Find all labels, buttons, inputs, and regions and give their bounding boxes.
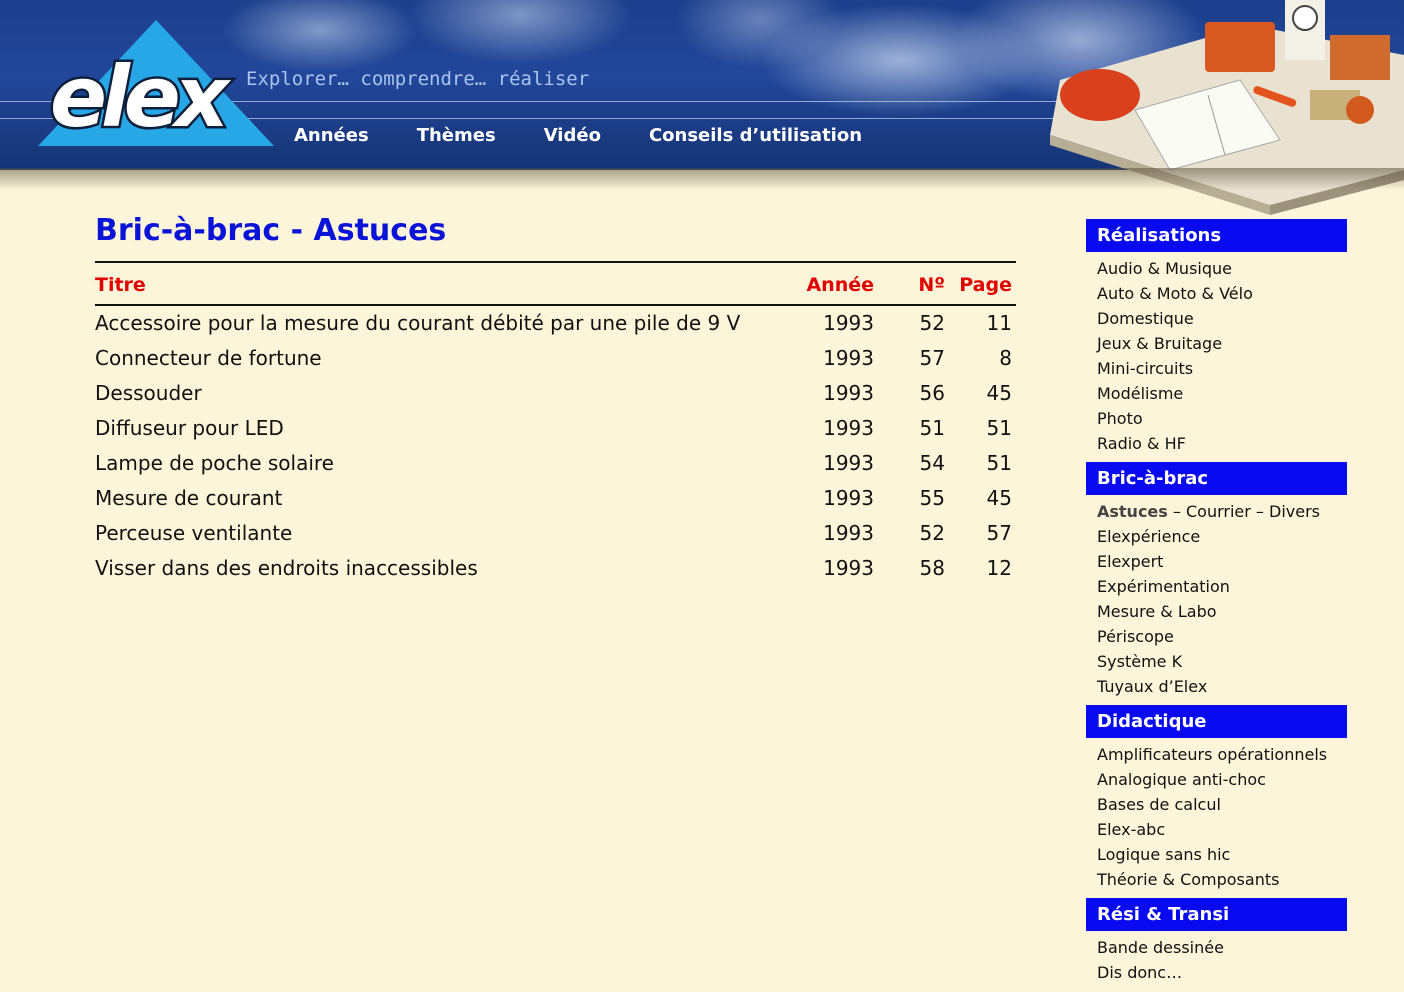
section-realisations[interactable]: Réalisations [1086, 219, 1347, 252]
row-page: 45 [986, 381, 1012, 405]
sidebar-item-audio[interactable]: Audio & Musique [1086, 256, 1347, 281]
table-row[interactable]: Visser dans des endroits inaccessibles 19… [95, 551, 1016, 586]
row-title[interactable]: Accessoire pour la mesure du courant déb… [95, 311, 740, 335]
row-title[interactable]: Mesure de courant [95, 486, 282, 510]
tagline: Explorer… comprendre… réaliser [246, 68, 590, 90]
row-number: 52 [919, 521, 945, 545]
row-page: 8 [999, 346, 1012, 370]
table-header: Titre Année Nº Page [95, 261, 1016, 306]
section-bric-a-brac[interactable]: Bric-à-brac [1086, 462, 1347, 495]
sidebar-item-analogique[interactable]: Analogique anti-choc [1086, 767, 1347, 792]
sidebar-item-auto[interactable]: Auto & Moto & Vélo [1086, 281, 1347, 306]
sidebar-item-logique[interactable]: Logique sans hic [1086, 842, 1347, 867]
list-bric-a-brac: Astuces – Courrier – Divers Elexpérience… [1086, 499, 1347, 699]
nav-conseils[interactable]: Conseils d’utilisation [649, 125, 862, 146]
row-number: 51 [919, 416, 945, 440]
list-realisations: Audio & Musique Auto & Moto & Vélo Domes… [1086, 256, 1347, 456]
row-page: 51 [986, 416, 1012, 440]
nav-themes[interactable]: Thèmes [417, 125, 496, 146]
sidebar-item-periscope[interactable]: Périscope [1086, 624, 1347, 649]
sidebar-item-elexpert[interactable]: Elexpert [1086, 549, 1347, 574]
col-year: Année [806, 274, 874, 296]
sidebar-item-tuyaux[interactable]: Tuyaux d’Elex [1086, 674, 1347, 699]
row-title[interactable]: Connecteur de fortune [95, 346, 322, 370]
main-nav: Années Thèmes Vidéo Conseils d’utilisati… [294, 125, 910, 146]
sidebar-item-systeme-k[interactable]: Système K [1086, 649, 1347, 674]
list-didactique: Amplificateurs opérationnels Analogique … [1086, 742, 1347, 892]
svg-text:elex: elex [50, 48, 232, 146]
row-year: 1993 [823, 346, 874, 370]
row-title[interactable]: Visser dans des endroits inaccessibles [95, 556, 478, 580]
row-page: 45 [986, 486, 1012, 510]
row-number: 52 [919, 311, 945, 335]
row-year: 1993 [823, 556, 874, 580]
row-title[interactable]: Lampe de poche solaire [95, 451, 334, 475]
row-number: 54 [919, 451, 945, 475]
row-title[interactable]: Dessouder [95, 381, 202, 405]
sidebar-item-jeux[interactable]: Jeux & Bruitage [1086, 331, 1347, 356]
row-number: 58 [919, 556, 945, 580]
row-page: 57 [986, 521, 1012, 545]
table-row[interactable]: Lampe de poche solaire 1993 54 51 [95, 446, 1016, 481]
header-shadow [0, 168, 1404, 190]
table-row[interactable]: Mesure de courant 1993 55 45 [95, 481, 1016, 516]
row-year: 1993 [823, 416, 874, 440]
col-no: Nº [918, 274, 945, 296]
row-year: 1993 [823, 381, 874, 405]
row-year: 1993 [823, 451, 874, 475]
separator: – [1167, 502, 1186, 521]
sidebar-item-photo[interactable]: Photo [1086, 406, 1347, 431]
site-header: elex Explorer… comprendre… réaliser Anné… [0, 0, 1404, 215]
separator: – [1250, 502, 1269, 521]
sidebar-item-theorie[interactable]: Théorie & Composants [1086, 867, 1347, 892]
table-row[interactable]: Dessouder 1993 56 45 [95, 376, 1016, 411]
row-year: 1993 [823, 521, 874, 545]
sidebar: Réalisations Audio & Musique Auto & Moto… [1086, 219, 1347, 991]
row-title[interactable]: Perceuse ventilante [95, 521, 292, 545]
sidebar-item-ampli-op[interactable]: Amplificateurs opérationnels [1086, 742, 1347, 767]
sidebar-item-radio[interactable]: Radio & HF [1086, 431, 1347, 456]
col-page: Page [959, 274, 1012, 296]
articles-table: Titre Année Nº Page Accessoire pour la m… [95, 261, 1016, 586]
sidebar-item-courrier[interactable]: Courrier [1186, 502, 1251, 521]
sidebar-item-mesure-labo[interactable]: Mesure & Labo [1086, 599, 1347, 624]
row-title[interactable]: Diffuseur pour LED [95, 416, 284, 440]
sidebar-item-dis-donc[interactable]: Dis donc… [1086, 960, 1347, 985]
row-number: 56 [919, 381, 945, 405]
row-page: 12 [986, 556, 1012, 580]
sidebar-item-experimentation[interactable]: Expérimentation [1086, 574, 1347, 599]
sidebar-item-divers[interactable]: Divers [1269, 502, 1320, 521]
row-page: 51 [986, 451, 1012, 475]
sidebar-subnav-row: Astuces – Courrier – Divers [1086, 499, 1347, 524]
sidebar-item-mini-circuits[interactable]: Mini-circuits [1086, 356, 1347, 381]
elex-logo[interactable]: elex [36, 18, 276, 148]
row-number: 57 [919, 346, 945, 370]
sidebar-item-astuces-current: Astuces [1097, 502, 1168, 521]
table-row[interactable]: Perceuse ventilante 1993 52 57 [95, 516, 1016, 551]
sidebar-item-bases-calcul[interactable]: Bases de calcul [1086, 792, 1347, 817]
table-row[interactable]: Diffuseur pour LED 1993 51 51 [95, 411, 1016, 446]
nav-annees[interactable]: Années [294, 125, 369, 146]
list-resi-transi: Bande dessinée Dis donc… [1086, 935, 1347, 985]
row-year: 1993 [823, 486, 874, 510]
sidebar-item-bande-dessinee[interactable]: Bande dessinée [1086, 935, 1347, 960]
table-row[interactable]: Accessoire pour la mesure du courant déb… [95, 306, 1016, 341]
page-title: Bric-à-brac - Astuces [95, 213, 447, 248]
row-page: 11 [986, 311, 1012, 335]
col-title: Titre [95, 274, 146, 296]
section-resi-transi[interactable]: Rési & Transi [1086, 898, 1347, 931]
row-year: 1993 [823, 311, 874, 335]
sidebar-item-domestique[interactable]: Domestique [1086, 306, 1347, 331]
section-didactique[interactable]: Didactique [1086, 705, 1347, 738]
sidebar-item-elexperience[interactable]: Elexpérience [1086, 524, 1347, 549]
sidebar-item-modelisme[interactable]: Modélisme [1086, 381, 1347, 406]
row-number: 55 [919, 486, 945, 510]
nav-video[interactable]: Vidéo [544, 125, 601, 146]
table-row[interactable]: Connecteur de fortune 1993 57 8 [95, 341, 1016, 376]
table-body: Accessoire pour la mesure du courant déb… [95, 306, 1016, 586]
sidebar-item-elex-abc[interactable]: Elex-abc [1086, 817, 1347, 842]
